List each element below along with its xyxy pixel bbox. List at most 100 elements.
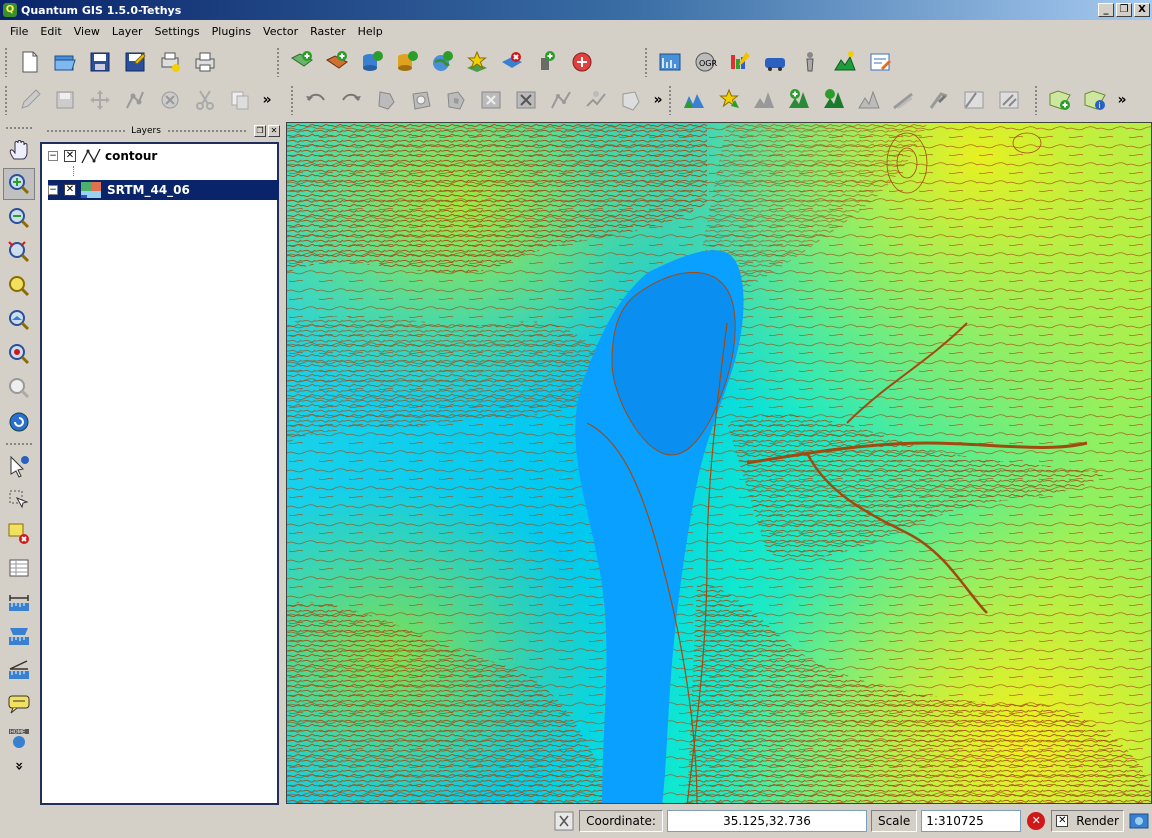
zoom-to-layer-icon[interactable] xyxy=(3,304,35,336)
render-checkbox[interactable]: ✕ Render xyxy=(1051,810,1124,832)
delete-selected-icon[interactable] xyxy=(154,84,186,116)
show-tips-icon[interactable] xyxy=(713,84,745,116)
add-wms-layer-icon[interactable] xyxy=(426,46,458,78)
toolbar-grip[interactable] xyxy=(276,47,280,77)
toolbar-grip[interactable] xyxy=(668,85,672,115)
toolbar-grip[interactable] xyxy=(290,85,294,115)
save-edits-icon[interactable] xyxy=(49,84,81,116)
cut-features-icon[interactable] xyxy=(189,84,221,116)
toolbar-overflow-chevron[interactable]: » xyxy=(259,92,275,108)
layer-item-contour[interactable]: − ✕ contour xyxy=(48,146,160,166)
raster-calc-icon[interactable] xyxy=(818,84,850,116)
expand-toggle[interactable]: − xyxy=(48,151,58,161)
add-postgis-layer-icon[interactable] xyxy=(356,46,388,78)
identify-plugin-icon[interactable]: i xyxy=(1079,84,1111,116)
toolbar-overflow-chevron[interactable]: » xyxy=(1114,92,1130,108)
scale-input[interactable]: 1:310725 xyxy=(921,810,1022,832)
reshape-features-icon[interactable] xyxy=(545,84,577,116)
move-feature-icon[interactable] xyxy=(84,84,116,116)
terrain-hill-icon[interactable] xyxy=(853,84,885,116)
stop-render-button[interactable]: ✕ xyxy=(1025,810,1047,832)
add-island-icon[interactable] xyxy=(440,84,472,116)
simplify-feature-icon[interactable] xyxy=(370,84,402,116)
measure-area-icon[interactable] xyxy=(3,620,35,652)
zoom-out-icon[interactable] xyxy=(3,202,35,234)
zoom-in-icon[interactable] xyxy=(3,168,35,200)
measure-angle-icon[interactable] xyxy=(3,654,35,686)
new-vector-layer-icon[interactable] xyxy=(461,46,493,78)
zoom-to-selection-icon[interactable] xyxy=(3,270,35,302)
toolbar-overflow-chevron[interactable]: » xyxy=(11,758,27,774)
add-vector-layer-icon[interactable] xyxy=(286,46,318,78)
menu-layer[interactable]: Layer xyxy=(106,25,149,38)
measure-line-icon[interactable] xyxy=(3,586,35,618)
toolbar-grip[interactable] xyxy=(4,85,8,115)
contour-add-icon[interactable] xyxy=(783,84,815,116)
delete-ring-icon[interactable] xyxy=(475,84,507,116)
add-raster-layer-icon[interactable] xyxy=(321,46,353,78)
panel-grip[interactable] xyxy=(46,129,126,133)
copyright-label-icon[interactable] xyxy=(864,46,896,78)
restore-button[interactable]: ❐ xyxy=(1116,3,1132,17)
float-panel-icon[interactable]: ❐ xyxy=(254,125,267,137)
menu-vector[interactable]: Vector xyxy=(257,25,304,38)
georeferencer-icon[interactable] xyxy=(654,46,686,78)
zoom-last-icon[interactable] xyxy=(3,338,35,370)
histogram-stretch-icon[interactable] xyxy=(678,84,710,116)
layers-tree[interactable]: − ✕ contour − ✕ SRTM_44_06 xyxy=(40,142,279,805)
menu-settings[interactable]: Settings xyxy=(149,25,206,38)
interpolation-icon[interactable] xyxy=(829,46,861,78)
toolbar-grip[interactable] xyxy=(1034,85,1038,115)
menu-edit[interactable]: Edit xyxy=(34,25,67,38)
add-spatialite-layer-icon[interactable] xyxy=(391,46,423,78)
close-panel-icon[interactable]: ✕ xyxy=(268,125,281,137)
messages-icon[interactable] xyxy=(553,810,575,832)
toolbar-grip[interactable] xyxy=(5,442,33,446)
new-project-icon[interactable] xyxy=(14,46,46,78)
toolbar-grip[interactable] xyxy=(4,47,8,77)
add-gps-layer-icon[interactable] xyxy=(566,46,598,78)
menu-view[interactable]: View xyxy=(68,25,106,38)
raster-terrain-icon[interactable] xyxy=(724,46,756,78)
refresh-icon[interactable] xyxy=(3,406,35,438)
save-project-icon[interactable] xyxy=(84,46,116,78)
pan-icon[interactable] xyxy=(3,134,35,166)
identify-icon[interactable] xyxy=(3,450,35,482)
ogr-converter-icon[interactable]: OGR xyxy=(689,46,721,78)
slope-icon[interactable] xyxy=(923,84,955,116)
select-features-icon[interactable] xyxy=(3,484,35,516)
new-bookmark-icon[interactable]: HOME xyxy=(3,722,35,754)
layer-item-srtm[interactable]: − ✕ SRTM_44_06 xyxy=(48,180,279,200)
layers-panel-header[interactable]: Layers ❐ ✕ xyxy=(40,122,281,140)
menu-help[interactable]: Help xyxy=(352,25,389,38)
new-print-composer-icon[interactable] xyxy=(154,46,186,78)
python-console-icon[interactable] xyxy=(794,46,826,78)
profile-icon[interactable] xyxy=(888,84,920,116)
add-ring-icon[interactable] xyxy=(405,84,437,116)
copy-features-icon[interactable] xyxy=(224,84,256,116)
deselect-all-icon[interactable] xyxy=(3,518,35,550)
full-histogram-icon[interactable] xyxy=(748,84,780,116)
close-button[interactable]: X xyxy=(1134,3,1150,17)
layer-visibility-checkbox[interactable]: ✕ xyxy=(64,150,76,162)
minimize-button[interactable]: _ xyxy=(1098,3,1114,17)
split-features-icon[interactable] xyxy=(580,84,612,116)
menu-file[interactable]: File xyxy=(4,25,34,38)
open-attribute-table-icon[interactable] xyxy=(3,552,35,584)
print-icon[interactable] xyxy=(189,46,221,78)
toolbar-grip[interactable] xyxy=(644,47,648,77)
zoom-full-icon[interactable] xyxy=(3,236,35,268)
delete-part-icon[interactable] xyxy=(510,84,542,116)
redo-icon[interactable] xyxy=(335,84,367,116)
menu-raster[interactable]: Raster xyxy=(304,25,351,38)
map-canvas[interactable] xyxy=(286,122,1152,804)
toolbar-grip[interactable] xyxy=(5,126,33,130)
open-project-icon[interactable] xyxy=(49,46,81,78)
expand-toggle[interactable]: − xyxy=(48,185,58,195)
remove-layer-icon[interactable] xyxy=(531,46,563,78)
undo-icon[interactable] xyxy=(300,84,332,116)
aspect-icon[interactable] xyxy=(958,84,990,116)
panel-grip[interactable] xyxy=(166,129,247,133)
map-tips-icon[interactable] xyxy=(3,688,35,720)
save-as-icon[interactable] xyxy=(119,46,151,78)
